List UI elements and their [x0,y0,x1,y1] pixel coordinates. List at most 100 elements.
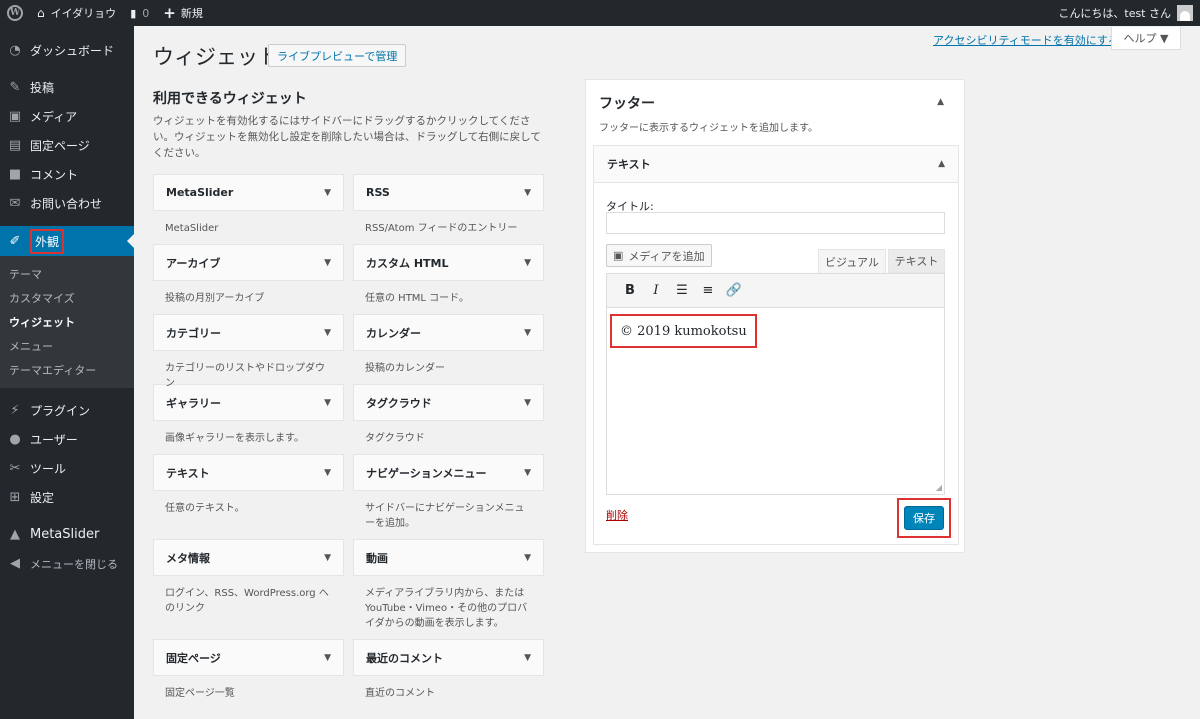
home-icon: ⌂ [37,6,45,20]
sidebar-item-users[interactable]: ● ユーザー [0,425,134,454]
tab-visual[interactable]: ビジュアル [818,249,886,273]
dropdown-arrow-icon[interactable]: ▼ [524,258,531,268]
sidebar-item-metaslider[interactable]: ▲ MetaSlider [0,520,134,549]
widget-video[interactable]: 動画 ▼ メディアライブラリ内から、または YouTube・Vimeo・その他のプ… [353,539,544,639]
save-button[interactable]: 保存 [904,506,944,530]
comments-count: 0 [142,6,150,20]
footer-area-description: フッターに表示するウィジェットを追加します。 [599,123,818,134]
sidebar-item-label: 設定 [30,491,55,505]
widget-name: MetaSlider [166,186,234,199]
sidebar-item-comments[interactable]: ■ コメント [0,160,134,189]
site-name-link[interactable]: ⌂ イイダリョウ [30,0,123,26]
widget-description: MetaSlider [165,223,219,234]
sidebar-item-posts[interactable]: ✎ 投稿 [0,73,134,102]
italic-icon[interactable]: I [643,279,669,303]
submenu-item-menus[interactable]: メニュー [0,334,134,358]
widget-rss[interactable]: RSS ▼ RSS/Atom フィードのエントリー [353,174,544,244]
sidebar-item-contact[interactable]: ✉ お問い合わせ [0,189,134,218]
numbered-list-icon[interactable]: ≡ [695,279,721,303]
wordpress-logo-icon: W [7,5,23,21]
live-preview-button[interactable]: ライブプレビューで管理 [268,44,407,67]
wordpress-logo[interactable]: W [0,0,30,26]
dropdown-arrow-icon[interactable]: ▼ [324,188,331,198]
widget-meta[interactable]: メタ情報 ▼ ログイン、RSS、WordPress.org へのリンク [153,539,344,639]
widget-calendar[interactable]: カレンダー ▼ 投稿のカレンダー [353,314,544,384]
sidebar-item-tools[interactable]: ✂ ツール [0,454,134,483]
submenu-item-widgets[interactable]: ウィジェット [0,310,134,334]
comment-bubble-icon: ▮ [130,6,137,20]
widget-categories[interactable]: カテゴリー ▼ カテゴリーのリストやドロップダウン [153,314,344,389]
widget-navigation-menu[interactable]: ナビゲーションメニュー ▼ サイドバーにナビゲーションメニューを追加。 [353,454,544,539]
sidebar-item-plugins[interactable]: ⚡ プラグイン [0,396,134,425]
dropdown-arrow-icon[interactable]: ▼ [324,468,331,478]
plugin-icon: ⚡ [10,403,20,418]
help-tab-button[interactable]: ヘルプ ▼ [1111,27,1181,50]
account-menu[interactable]: こんにちは、test さん [1051,0,1200,26]
widget-name: 固定ページ [166,651,221,665]
widget-text[interactable]: テキスト ▼ 任意のテキスト。 [153,454,344,539]
sidebar-item-label: 投稿 [30,81,55,95]
dropdown-arrow-icon[interactable]: ▼ [324,258,331,268]
metaslider-icon: ▲ [10,527,20,542]
collapse-arrow-icon[interactable]: ▲ [937,97,944,107]
sidebar-item-label: ユーザー [30,433,78,447]
sidebar-item-label: プラグイン [30,404,91,418]
submenu-item-themes[interactable]: テーマ [0,262,134,286]
new-label: 新規 [180,7,203,20]
bold-icon[interactable]: B [617,279,643,303]
dropdown-arrow-icon[interactable]: ▼ [524,553,531,563]
dropdown-arrow-icon[interactable]: ▼ [524,188,531,198]
submenu-item-theme-editor[interactable]: テーマエディター [0,358,134,382]
greeting: こんにちは、test さん [1058,7,1171,20]
widget-description: メディアライブラリ内から、または YouTube・Vimeo・その他のプロバイダ… [365,588,528,629]
widget-recent-comments[interactable]: 最近のコメント ▼ 直近のコメント [353,639,544,709]
dropdown-arrow-icon[interactable]: ▼ [324,653,331,663]
accessibility-mode-link[interactable]: アクセシビリティモードを有効にする [933,32,1119,48]
available-widgets-description: ウィジェットを有効化するにはサイドバーにドラッグするかクリックしてください。ウィ… [153,115,541,159]
widget-gallery[interactable]: ギャラリー ▼ 画像ギャラリーを表示します。 [153,384,344,454]
sidebar-item-dashboard[interactable]: ◔ ダッシュボード [0,36,134,65]
widget-description: 任意の HTML コード。 [365,293,469,304]
comments-link[interactable]: ▮ 0 [123,0,156,26]
resize-handle-icon[interactable]: ◢ [936,483,942,492]
site-name: イイダリョウ [50,7,117,20]
text-widget-header[interactable]: テキスト ▲ [594,146,958,183]
dropdown-arrow-icon[interactable]: ▼ [524,328,531,338]
widget-archives[interactable]: アーカイブ ▼ 投稿の月別アーカイブ [153,244,344,314]
title-input[interactable] [606,212,945,234]
add-media-icon: ▣ [613,249,624,262]
dropdown-arrow-icon[interactable]: ▼ [324,328,331,338]
sidebar-item-settings[interactable]: ⊞ 設定 [0,483,134,512]
dropdown-arrow-icon[interactable]: ▼ [324,398,331,408]
widget-description: サイドバーにナビゲーションメニューを追加。 [365,503,525,529]
collapse-menu-button[interactable]: ◀ メニューを閉じる [0,549,134,578]
add-media-button[interactable]: ▣ メディアを追加 [606,244,712,267]
editor-content-area[interactable]: © 2019 kumokotsu ◢ [607,308,944,494]
widget-name: カスタム HTML [366,256,449,270]
bulleted-list-icon[interactable]: ☰ [669,279,695,303]
dropdown-arrow-icon[interactable]: ▼ [524,398,531,408]
tab-text[interactable]: テキスト [888,249,945,273]
dropdown-arrow-icon[interactable]: ▼ [524,653,531,663]
widget-metaslider[interactable]: MetaSlider ▼ MetaSlider [153,174,344,244]
new-content-link[interactable]: + 新規 [156,0,210,26]
delete-link[interactable]: 削除 [606,507,628,523]
widget-custom-html[interactable]: カスタム HTML ▼ 任意の HTML コード。 [353,244,544,314]
sidebar-item-pages[interactable]: ▤ 固定ページ [0,131,134,160]
widget-pages[interactable]: 固定ページ ▼ 固定ページ一覧 [153,639,344,709]
widget-name: 動画 [366,551,388,565]
collapse-arrow-icon[interactable]: ▲ [938,159,945,169]
footer-area-title[interactable]: フッター [599,93,655,113]
widget-description: 画像ギャラリーを表示します。 [165,433,304,444]
widget-name: テキスト [166,466,210,480]
widget-tag-cloud[interactable]: タグクラウド ▼ タグクラウド [353,384,544,454]
collapse-arrow-icon: ◀ [10,556,20,571]
sidebar-item-label: 固定ページ [30,139,90,153]
sidebar-item-media[interactable]: ▣ メディア [0,102,134,131]
sidebar-item-appearance[interactable]: ✐ 外観 [0,226,134,256]
link-icon[interactable]: 🔗 [721,279,747,303]
dropdown-arrow-icon[interactable]: ▼ [524,468,531,478]
dropdown-arrow-icon[interactable]: ▼ [324,553,331,563]
submenu-item-customize[interactable]: カスタマイズ [0,286,134,310]
editor-content-text[interactable]: © 2019 kumokotsu [610,314,757,348]
